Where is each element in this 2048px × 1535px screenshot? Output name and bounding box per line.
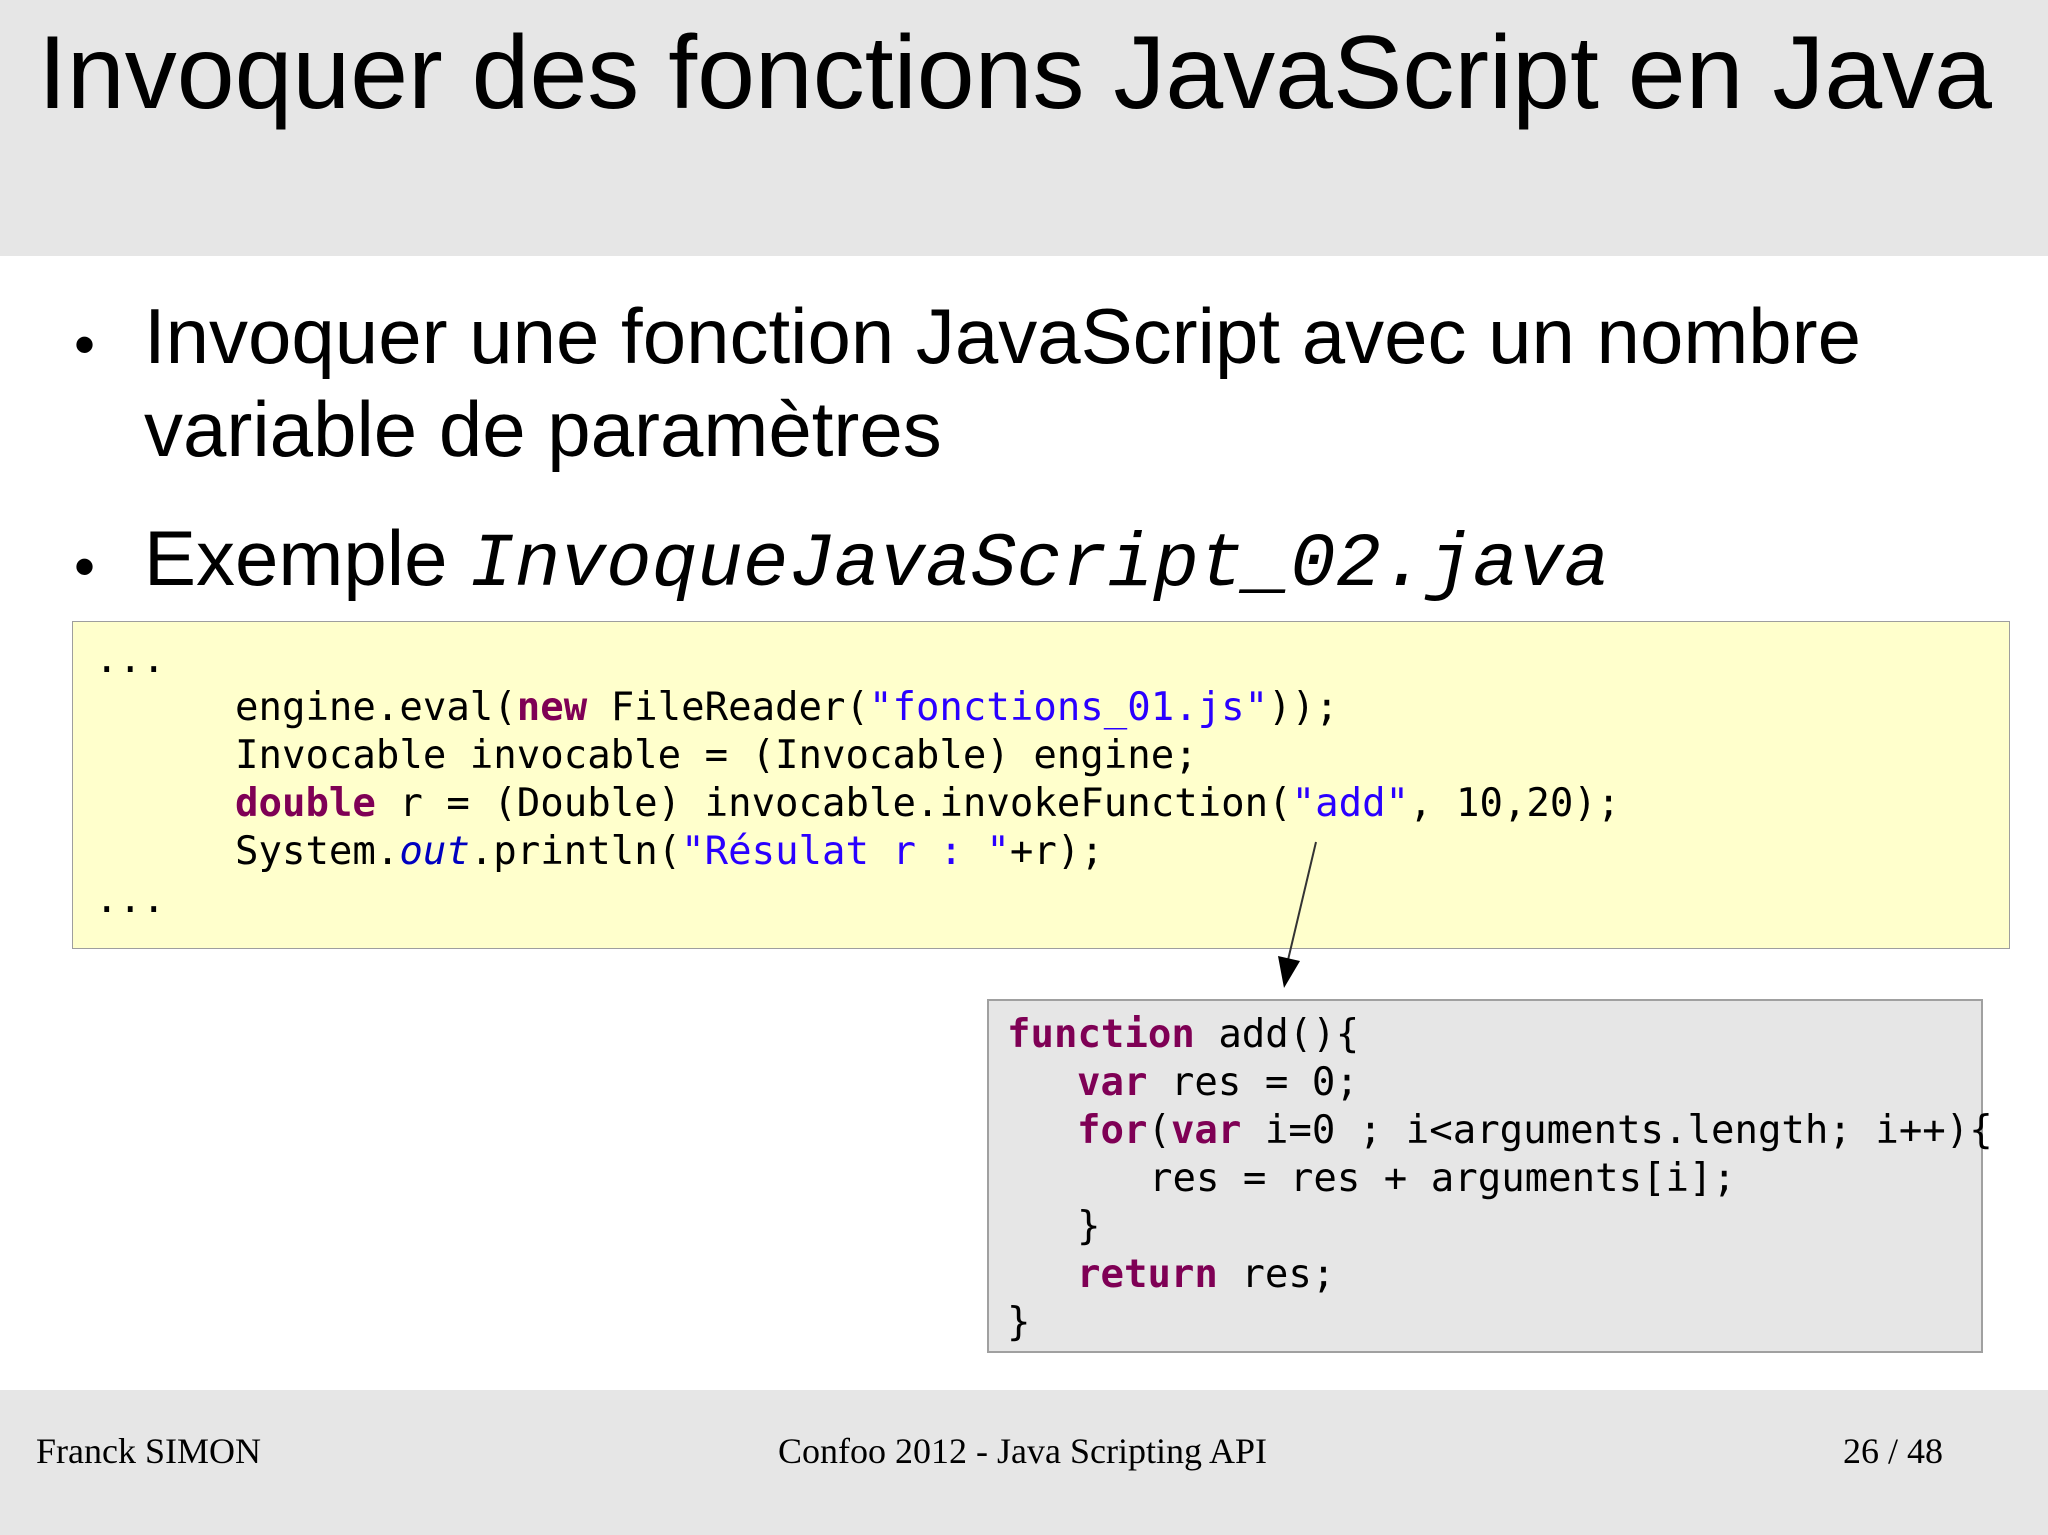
js-code-line: function add(){ [1007, 1012, 1360, 1057]
js-code-line: res = res + arguments[i]; [1149, 1156, 1736, 1201]
slide-footer: Franck SIMON Confoo 2012 - Java Scriptin… [0, 1390, 2048, 1535]
js-code-line: return res; [1077, 1252, 1336, 1297]
js-code-block: function add(){ var res = 0; for(var i=0… [987, 999, 1993, 1353]
js-code-line: var res = 0; [1077, 1060, 1359, 1105]
footer-event: Confoo 2012 - Java Scripting API [778, 1431, 1267, 1471]
js-code-line: } [1007, 1300, 1031, 1345]
js-code-line: for(var i=0 ; i<arguments.length; i++){ [1077, 1108, 1993, 1153]
js-code-line: } [1077, 1204, 1101, 1249]
footer-author: Franck SIMON [36, 1431, 261, 1471]
page-number: 26 / 48 [1843, 1431, 1944, 1471]
